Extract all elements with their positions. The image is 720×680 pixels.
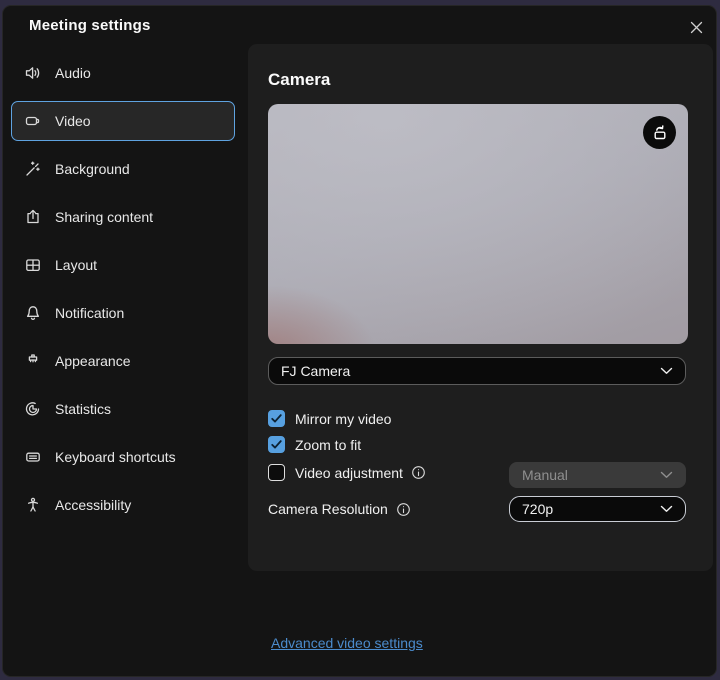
camera-resolution-dropdown[interactable]: 720p — [509, 496, 686, 522]
sidebar-item-label: Keyboard shortcuts — [55, 449, 176, 465]
paintbrush-icon — [24, 352, 42, 370]
sidebar-item-label: Layout — [55, 257, 97, 273]
meeting-settings-dialog: Meeting settings Audio Video Background — [2, 5, 717, 677]
camera-select-dropdown[interactable]: FJ Camera — [268, 357, 686, 385]
checkmark-icon — [270, 412, 283, 425]
sidebar-item-label: Statistics — [55, 401, 111, 417]
chevron-down-icon — [660, 505, 673, 513]
sidebar-item-label: Accessibility — [55, 497, 131, 513]
advanced-video-settings-link[interactable]: Advanced video settings — [271, 635, 423, 651]
grid-icon — [24, 256, 42, 274]
sidebar-item-notification[interactable]: Notification — [11, 293, 235, 333]
close-button[interactable] — [684, 15, 708, 39]
pie-chart-icon — [24, 400, 42, 418]
video-adjustment-info-icon[interactable] — [411, 465, 426, 480]
accessibility-icon — [24, 496, 42, 514]
video-adjustment-row: Video adjustment — [268, 464, 426, 481]
bell-icon — [24, 304, 42, 322]
camera-section-heading: Camera — [268, 70, 330, 90]
camera-select-value: FJ Camera — [281, 363, 350, 379]
sidebar-item-background[interactable]: Background — [11, 149, 235, 189]
zoom-to-fit-label: Zoom to fit — [295, 437, 361, 453]
sidebar-item-label: Appearance — [55, 353, 131, 369]
sidebar-item-label: Video — [55, 113, 91, 129]
sidebar-item-appearance[interactable]: Appearance — [11, 341, 235, 381]
zoom-to-fit-row: Zoom to fit — [268, 436, 361, 453]
sidebar-item-sharing-content[interactable]: Sharing content — [11, 197, 235, 237]
video-adjustment-label: Video adjustment — [295, 465, 403, 481]
sidebar-item-label: Notification — [55, 305, 124, 321]
camera-resolution-value: 720p — [522, 501, 553, 517]
zoom-to-fit-checkbox[interactable] — [268, 436, 285, 453]
camera-resolution-row: Camera Resolution — [268, 501, 411, 517]
video-camera-icon — [24, 112, 42, 130]
video-adjustment-checkbox[interactable] — [268, 464, 285, 481]
video-adjustment-mode-dropdown[interactable]: Manual — [509, 462, 686, 488]
sidebar-item-layout[interactable]: Layout — [11, 245, 235, 285]
sidebar-item-label: Background — [55, 161, 130, 177]
rotate-camera-icon — [650, 123, 669, 142]
camera-resolution-info-icon[interactable] — [396, 502, 411, 517]
camera-preview — [268, 104, 688, 344]
mirror-my-video-checkbox[interactable] — [268, 410, 285, 427]
mirror-my-video-label: Mirror my video — [295, 411, 391, 427]
camera-resolution-label: Camera Resolution — [268, 501, 388, 517]
settings-sidebar: Audio Video Background Sharing content L — [11, 53, 235, 533]
video-settings-panel: Camera FJ Camera Mirror my video — [248, 44, 713, 571]
rotate-camera-button[interactable] — [643, 116, 676, 149]
chevron-down-icon — [660, 367, 673, 375]
mirror-my-video-row: Mirror my video — [268, 410, 391, 427]
share-icon — [24, 208, 42, 226]
magic-wand-icon — [24, 160, 42, 178]
close-icon — [689, 20, 704, 35]
dialog-title: Meeting settings — [29, 17, 151, 34]
chevron-down-icon — [660, 471, 673, 479]
sidebar-item-accessibility[interactable]: Accessibility — [11, 485, 235, 525]
checkmark-icon — [270, 438, 283, 451]
speaker-icon — [24, 64, 42, 82]
video-adjustment-mode-value: Manual — [522, 467, 568, 483]
keyboard-icon — [24, 448, 42, 466]
sidebar-item-video[interactable]: Video — [11, 101, 235, 141]
sidebar-item-statistics[interactable]: Statistics — [11, 389, 235, 429]
sidebar-item-audio[interactable]: Audio — [11, 53, 235, 93]
sidebar-item-label: Sharing content — [55, 209, 153, 225]
sidebar-item-label: Audio — [55, 65, 91, 81]
sidebar-item-keyboard-shortcuts[interactable]: Keyboard shortcuts — [11, 437, 235, 477]
